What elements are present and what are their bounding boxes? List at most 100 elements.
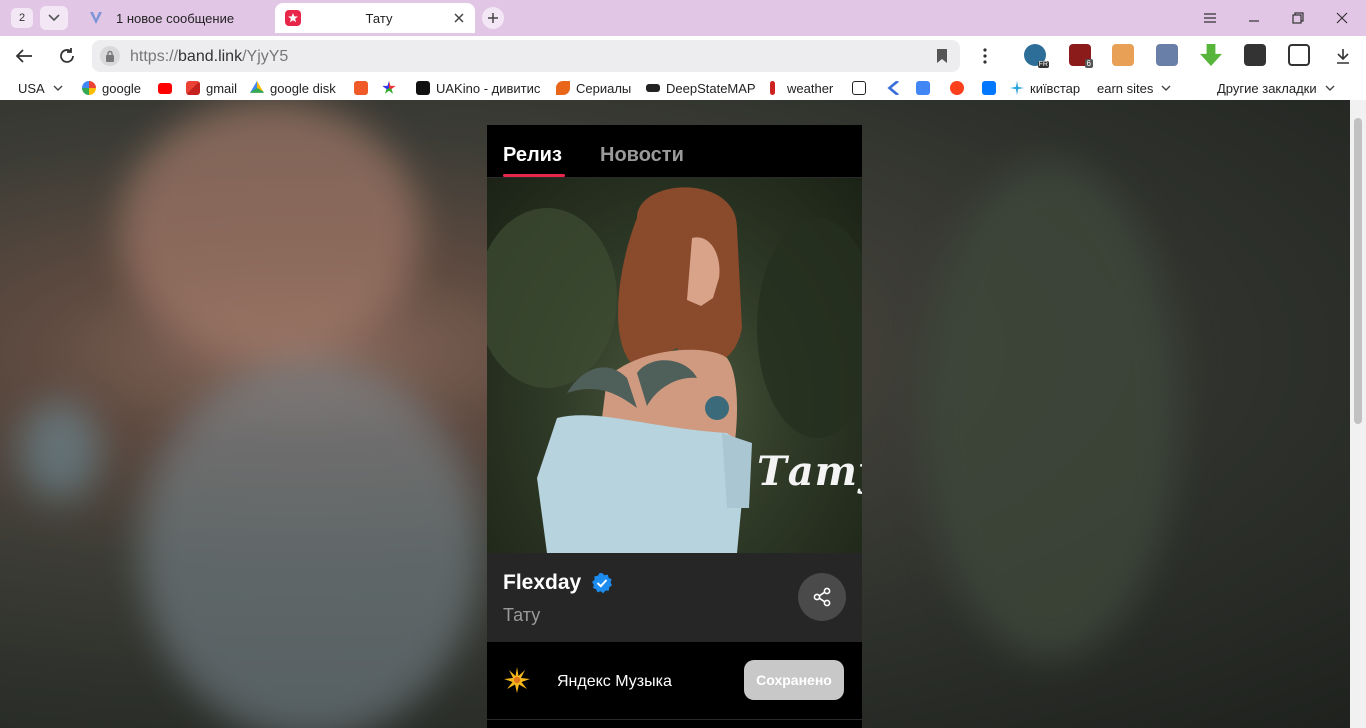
deepstate-icon [646, 84, 660, 92]
more-options-button[interactable] [974, 45, 996, 67]
tab-news[interactable]: Новости [600, 144, 684, 167]
bookmark-weather[interactable]: weather [770, 80, 833, 96]
scrollbar-thumb[interactable] [1354, 118, 1362, 424]
close-window-button[interactable] [1332, 8, 1352, 28]
restore-icon [1292, 12, 1304, 24]
share-icon [813, 587, 831, 607]
new-tab-button[interactable] [482, 7, 504, 29]
bookmark-bc[interactable] [852, 80, 872, 96]
bookmark-label: Другие закладки [1217, 80, 1317, 96]
share-button[interactable] [798, 573, 846, 621]
url-text[interactable]: https://band.link/YjyY5 [130, 48, 288, 66]
browser-menu-button[interactable] [1200, 8, 1220, 28]
extension-badge: 6 [1084, 59, 1093, 68]
page-scrollbar[interactable] [1350, 100, 1366, 728]
minimize-button[interactable] [1244, 8, 1264, 28]
f-logo-icon [354, 81, 368, 95]
downloads-button[interactable] [1332, 45, 1354, 67]
bookmark-label: gmail [206, 80, 238, 96]
google-translate-icon [916, 81, 930, 95]
bookmark-label: київстар [1030, 80, 1081, 96]
thermometer-icon [770, 81, 775, 95]
dark-extension-icon[interactable] [1244, 44, 1266, 66]
bookmark-google-disk[interactable]: google disk [250, 80, 336, 96]
bookmark-folder-other[interactable]: Другие закладки [1217, 80, 1335, 96]
tab-release[interactable]: Релиз [503, 144, 562, 167]
bookmark-serials[interactable]: Сериалы [556, 80, 631, 96]
reload-button[interactable] [56, 45, 78, 67]
bookmark-yandex[interactable] [950, 80, 970, 96]
background-blur [120, 100, 420, 360]
chevron-down-icon [1161, 85, 1171, 91]
bookmark-deepstatemap[interactable]: DeepStateMAP [646, 80, 756, 96]
background-blur [20, 400, 100, 500]
minimize-icon [1249, 20, 1259, 22]
bookmark-star-site[interactable] [382, 80, 402, 96]
kebab-menu-icon [983, 48, 987, 64]
artist-name[interactable]: Flexday [503, 571, 581, 595]
background-blur [920, 160, 1180, 660]
bookmark-google[interactable]: google [82, 80, 141, 96]
tab-title: 1 новое сообщение [116, 10, 235, 26]
bookmarks-bar: USA google gmail google disk UAKino - ди… [0, 76, 1366, 100]
cover-art: Tату [487, 178, 862, 553]
tab-messages[interactable]: 1 новое сообщение [78, 3, 268, 33]
saved-button[interactable]: Сохранено [744, 660, 844, 700]
reload-icon [60, 48, 74, 63]
bookmark-label: google disk [270, 80, 336, 96]
page-viewport: Релиз Новости Tату [0, 100, 1366, 728]
yandex-icon [950, 81, 964, 95]
extension-badge: FR [1037, 61, 1049, 68]
face-extension-icon[interactable] [1112, 44, 1134, 66]
bandlink-star-icon [285, 10, 301, 26]
extensions-puzzle-icon[interactable] [1288, 44, 1310, 66]
plus-icon [488, 13, 498, 23]
kyivstar-star-icon [1010, 81, 1024, 95]
bookmark-vk[interactable] [982, 80, 1002, 96]
bookmark-kyivstar[interactable]: київстар [1010, 80, 1080, 96]
browser-toolbar: https://band.link/YjyY5 FR 6 [0, 36, 1366, 76]
bookmark-gmail[interactable]: gmail [186, 80, 237, 96]
hamburger-icon [1204, 13, 1216, 23]
bookmark-icon[interactable] [936, 48, 948, 64]
serials-icon [556, 81, 570, 95]
bookmark-folder-usa[interactable]: USA [18, 80, 63, 96]
address-bar[interactable]: https://band.link/YjyY5 [92, 40, 960, 72]
release-card: Релиз Новости Tату [487, 125, 862, 728]
colorful-star-icon [382, 81, 396, 94]
ublock-extension-icon[interactable]: 6 [1069, 44, 1093, 68]
service-row[interactable]: Яндекс Музыка Сохранено [487, 642, 862, 720]
bookmark-youtube[interactable] [158, 80, 178, 96]
site-info-button[interactable] [100, 46, 120, 66]
bookmark-folder-earn-sites[interactable]: earn sites [1097, 80, 1171, 96]
cover-illustration [487, 187, 862, 553]
bookmark-translate[interactable] [916, 80, 936, 96]
bookmark-arrow-site[interactable] [886, 80, 906, 96]
v-logo-icon [90, 12, 102, 24]
tab-active[interactable]: Тату [275, 3, 475, 33]
globe-extension-icon[interactable]: FR [1024, 44, 1049, 68]
lock-icon [106, 50, 114, 62]
bookmark-label: weather [787, 80, 834, 96]
close-icon[interactable] [451, 10, 467, 26]
download-extension-icon[interactable] [1200, 44, 1222, 66]
chevron-down-icon [53, 85, 63, 91]
tab-list-button[interactable] [40, 6, 68, 30]
gmail-icon [186, 81, 200, 95]
bookmark-label: Сериалы [576, 80, 632, 96]
arrow-left-icon [15, 49, 32, 63]
bookmark-label: USA [18, 80, 45, 96]
bc-logo-icon [852, 81, 866, 95]
bookmark-label: earn sites [1097, 80, 1154, 96]
blue-arrow-icon [887, 81, 900, 95]
archive-extension-icon[interactable] [1156, 44, 1178, 66]
verified-badge-icon [592, 573, 612, 594]
cover-title-text: Tату [757, 448, 862, 495]
tab-counter[interactable]: 2 [11, 8, 33, 28]
chevron-down-icon [48, 14, 60, 22]
vk-icon [982, 81, 996, 95]
bookmark-uakino[interactable]: UAKino - дивитис [416, 80, 542, 96]
back-button[interactable] [13, 45, 35, 67]
bookmark-f-site[interactable] [354, 80, 374, 96]
restore-button[interactable] [1288, 8, 1308, 28]
